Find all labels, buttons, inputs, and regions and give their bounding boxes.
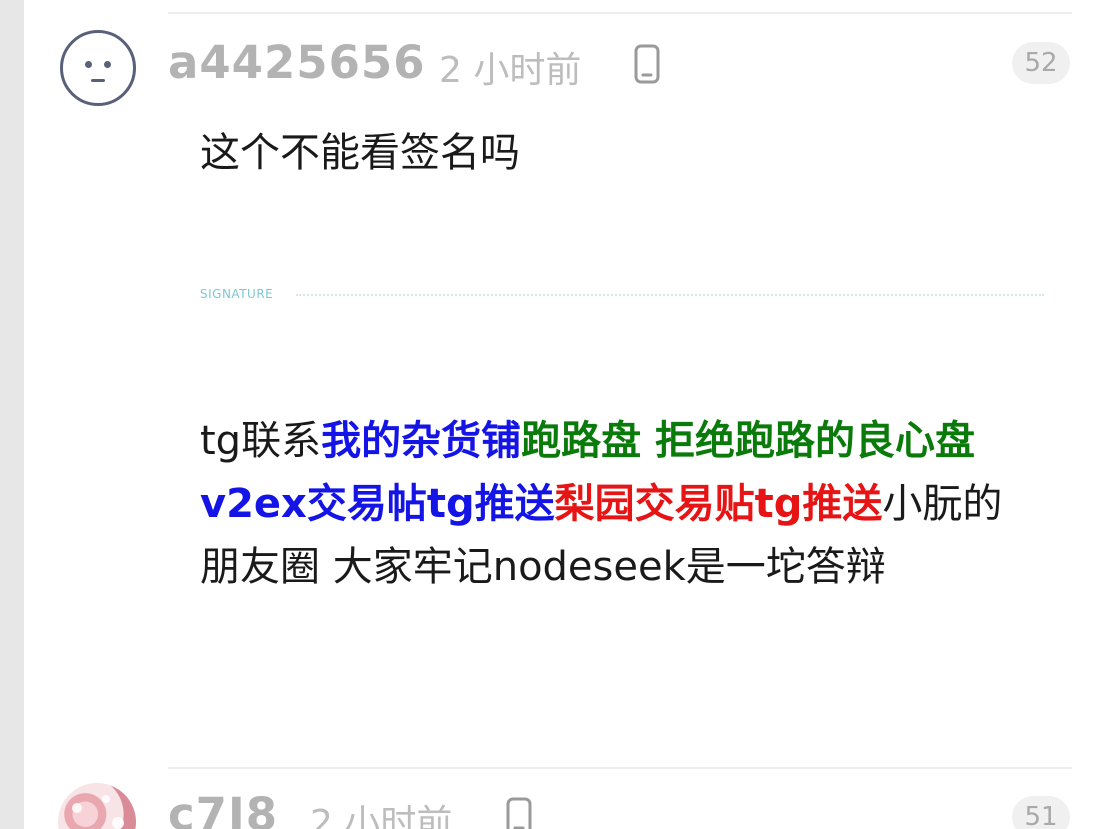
mobile-phone-icon <box>506 797 532 829</box>
reply-time: 2 小时前 <box>310 803 453 829</box>
signature-dotted-line <box>296 294 1044 296</box>
reply-divider <box>168 12 1072 14</box>
floor-number-badge[interactable]: 52 <box>1012 42 1070 84</box>
signature-separator: SIGNATURE <box>200 287 1044 301</box>
signature-link-v2ex[interactable]: v2ex交易帖tg推送 <box>200 481 555 527</box>
signature-label: SIGNATURE <box>200 287 280 301</box>
reply-username[interactable]: a4425656 <box>168 36 426 89</box>
avatar-pattern-dot <box>102 795 110 803</box>
reply-username[interactable]: c7J8 <box>168 788 278 829</box>
reply-time: 2 小时前 <box>439 50 582 91</box>
user-avatar[interactable] <box>58 783 136 829</box>
avatar-eye <box>104 61 111 68</box>
user-signature: tg联系我的杂货铺跑路盘 拒绝跑路的良心盘 v2ex交易帖tg推送梨园交易贴tg推… <box>200 410 1040 599</box>
avatar-pattern-dot <box>72 803 82 813</box>
mobile-phone-icon <box>634 44 660 84</box>
signature-link-store[interactable]: 我的杂货铺 <box>321 418 521 464</box>
avatar-pattern-dot <box>112 817 124 829</box>
left-rail <box>0 0 24 829</box>
signature-link-liyuan[interactable]: 梨园交易贴tg推送 <box>555 481 883 527</box>
floor-number-badge[interactable]: 51 <box>1012 796 1070 829</box>
user-avatar[interactable] <box>60 30 136 106</box>
reply-divider <box>168 767 1072 769</box>
reply-content: 这个不能看签名吗 <box>200 130 520 176</box>
avatar-mouth <box>91 79 105 82</box>
signature-prefix: tg联系 <box>200 418 322 464</box>
avatar-eye <box>85 61 92 68</box>
reply-list: a4425656 2 小时前 52 这个不能看签名吗 SIGNATURE tg联… <box>0 0 1102 829</box>
signature-link-pan[interactable]: 跑路盘 拒绝跑路的良心盘 <box>521 418 975 464</box>
